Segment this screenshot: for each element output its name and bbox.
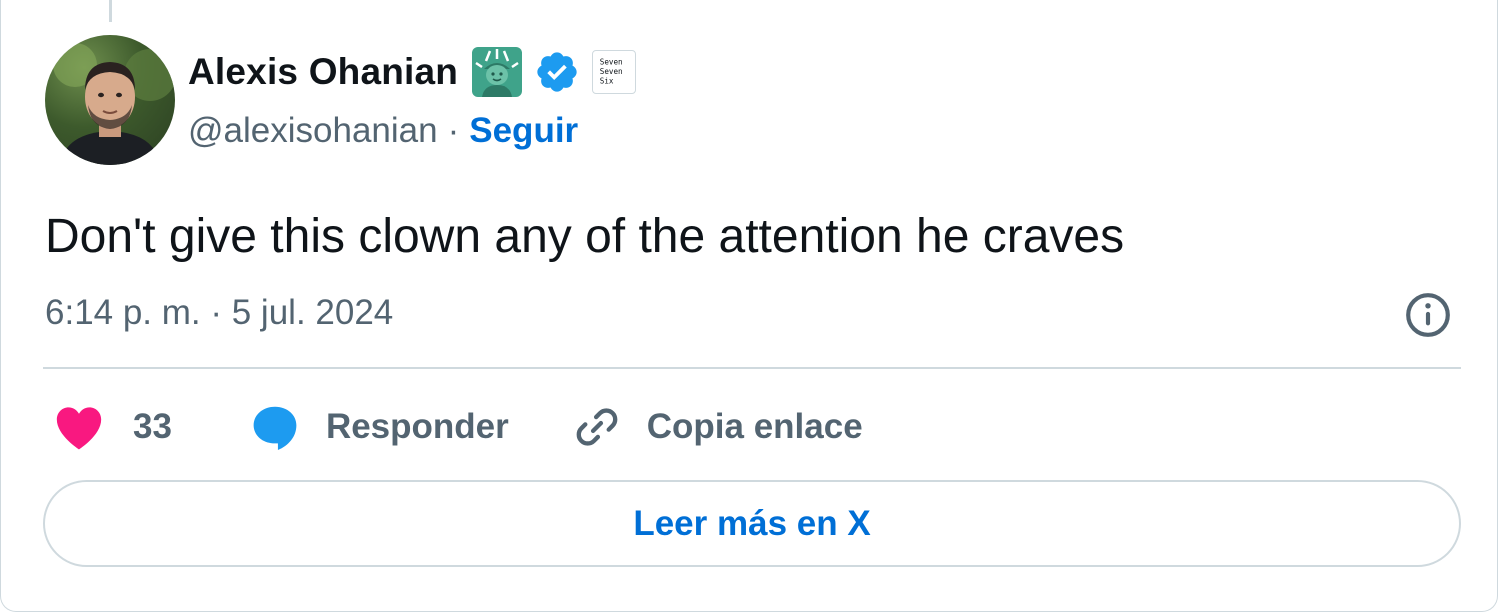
- separator-dot: ·: [447, 111, 460, 150]
- tweet-timestamp[interactable]: 6:14 p. m. · 5 jul. 2024: [45, 293, 393, 333]
- affiliate-badge[interactable]: Seven Seven Six: [592, 50, 637, 94]
- divider: [43, 367, 1461, 369]
- affiliate-logo-icon: Seven Seven Six: [600, 57, 623, 85]
- read-more-button[interactable]: Leer más en X: [43, 480, 1461, 567]
- thread-connector-line: [109, 0, 112, 22]
- affiliate-text-1: Seven: [600, 57, 623, 66]
- statue-of-liberty-icon: [472, 47, 523, 97]
- copy-link-button[interactable]: Copia enlace: [571, 401, 863, 453]
- copy-link-label: Copia enlace: [646, 407, 863, 446]
- author-name-row: Alexis Ohanian Seven Seven Six: [188, 46, 637, 98]
- avatar-portrait: [53, 43, 175, 165]
- verified-check-icon[interactable]: [534, 49, 580, 95]
- speech-bubble-icon: [253, 406, 297, 450]
- link-icon: [576, 408, 618, 446]
- follow-button[interactable]: Seguir: [469, 111, 578, 151]
- heart-icon: [56, 407, 102, 450]
- affiliate-text-3: Six: [600, 76, 614, 85]
- avatar[interactable]: [45, 35, 175, 165]
- tweet-text: Don't give this clown any of the attenti…: [45, 210, 1125, 263]
- reply-button[interactable]: Responder: [248, 400, 509, 454]
- author-handle-row: @alexisohanian · Seguir: [188, 108, 578, 154]
- like-button[interactable]: 33: [49, 399, 172, 455]
- tweet-embed-card: Alexis Ohanian Seven Seven Six @alexisoh…: [0, 0, 1498, 612]
- like-count: 33: [133, 407, 172, 446]
- info-icon[interactable]: [1403, 290, 1453, 340]
- affiliate-text-2: Seven: [600, 67, 623, 76]
- tweet-actions: 33 Responder Copia enlace: [45, 398, 863, 456]
- reply-label: Responder: [325, 407, 509, 446]
- author-name[interactable]: Alexis Ohanian: [188, 51, 458, 93]
- author-handle[interactable]: @alexisohanian: [188, 111, 438, 151]
